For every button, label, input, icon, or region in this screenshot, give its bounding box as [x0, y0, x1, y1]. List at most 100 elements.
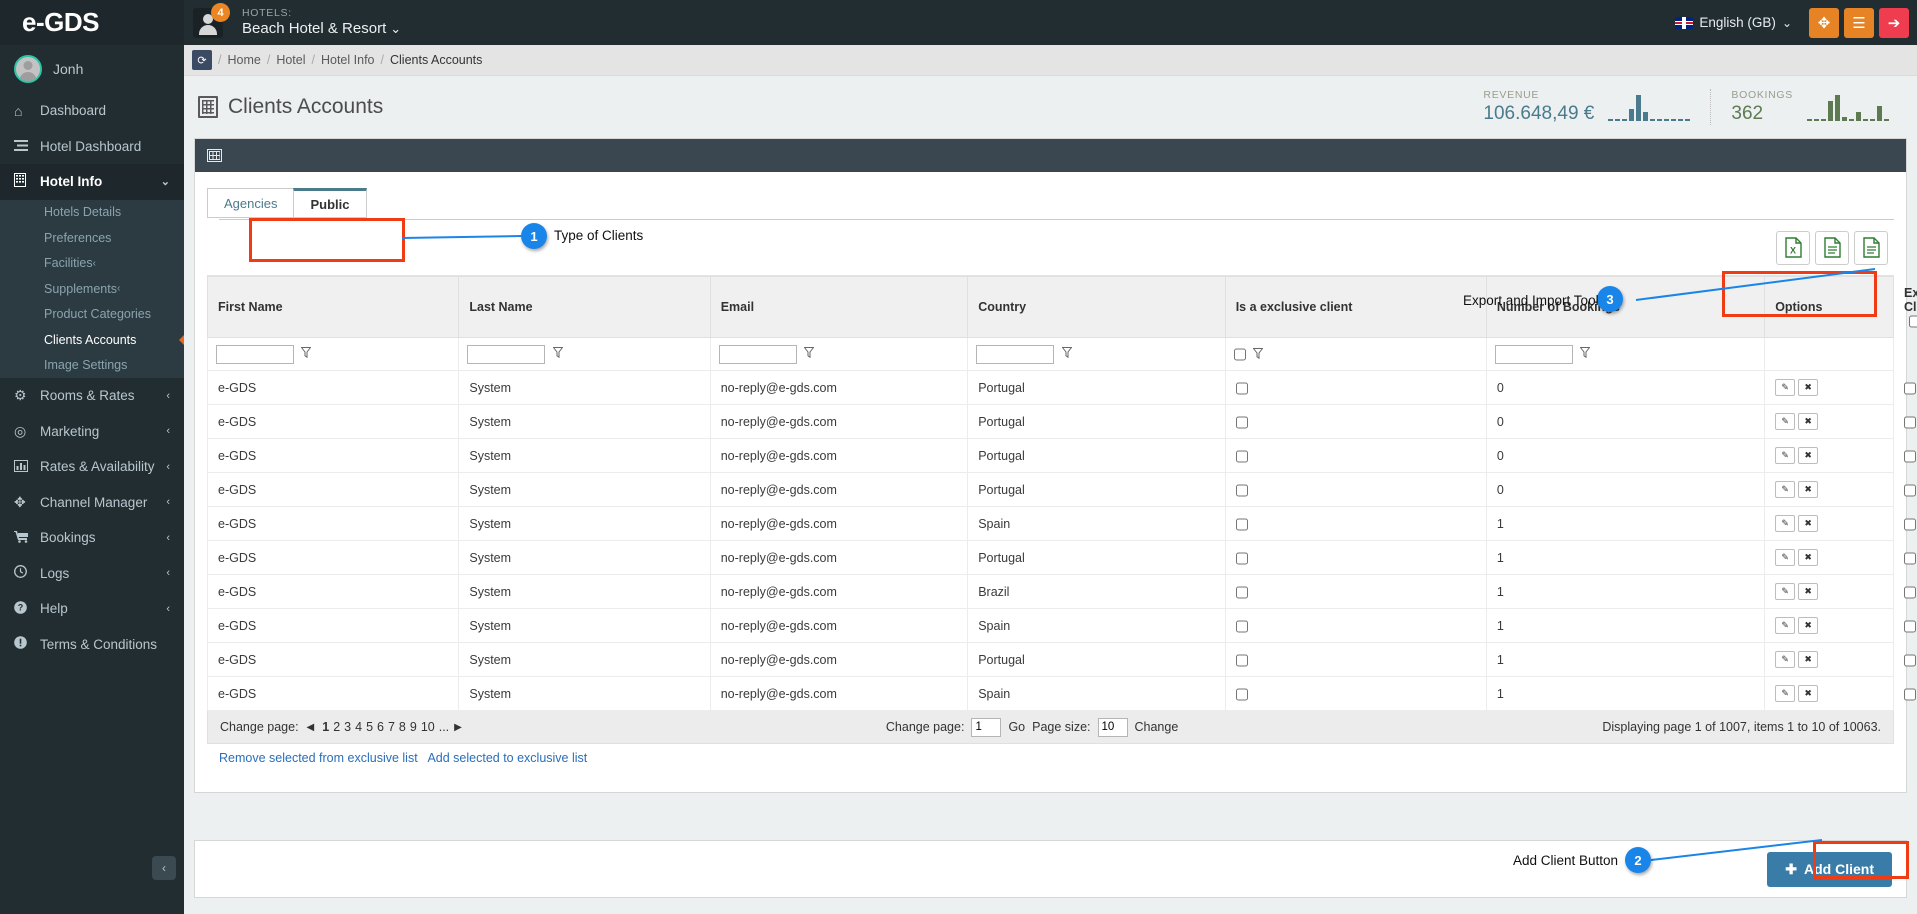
row-exclusive-client-checkbox[interactable]	[1904, 585, 1916, 599]
delete-row-button[interactable]: ✖	[1798, 549, 1819, 567]
sidebar-item-clients-accounts[interactable]: Clients Accounts	[0, 327, 184, 353]
logout-button[interactable]: ➔	[1879, 7, 1909, 38]
row-exclusive-client-checkbox[interactable]	[1904, 653, 1916, 667]
language-selector[interactable]: English (GB) ⌄	[1675, 15, 1792, 30]
hotel-selector[interactable]: HOTELS: Beach Hotel & Resort ⌄	[232, 7, 401, 37]
filter-input-country[interactable]	[976, 344, 1055, 364]
breadcrumb-item-hotel[interactable]: Hotel	[276, 53, 305, 67]
sidebar-item-logs[interactable]: Logs ‹	[0, 556, 184, 592]
export-document-button[interactable]	[1815, 230, 1849, 265]
row-exclusive-client-checkbox[interactable]	[1904, 415, 1916, 429]
edit-row-button[interactable]: ✎	[1775, 481, 1796, 499]
row-exclusive-client-checkbox[interactable]	[1904, 381, 1916, 395]
page-number[interactable]: 4	[355, 720, 362, 734]
column-header-first-name[interactable]: First Name	[206, 275, 460, 339]
table-row[interactable]: e-GDS System no-reply@e-gds.com Portugal 1 ✎ ✖	[206, 642, 1916, 678]
edit-row-button[interactable]: ✎	[1775, 549, 1796, 567]
column-header-email[interactable]: Email	[709, 275, 969, 339]
page-number[interactable]: 7	[388, 720, 395, 734]
notification-badge[interactable]: 4	[211, 3, 230, 22]
change-page-size-button[interactable]: Change	[1135, 720, 1179, 734]
sidebar-item-image-settings[interactable]: Image Settings	[0, 353, 184, 379]
page-number[interactable]: ...	[439, 720, 449, 734]
sidebar-item-supplements[interactable]: Supplements ‹	[0, 276, 184, 302]
page-number[interactable]: 5	[366, 720, 373, 734]
sidebar-item-preferences[interactable]: Preferences	[0, 225, 184, 251]
row-exclusive-client-checkbox[interactable]	[1904, 619, 1916, 633]
table-row[interactable]: e-GDS System no-reply@e-gds.com Portugal 0 ✎ ✖	[206, 404, 1916, 440]
select-all-exclusive-checkbox[interactable]	[1909, 315, 1917, 329]
filter-icon[interactable]	[803, 347, 815, 361]
remove-from-exclusive-link[interactable]: Remove selected from exclusive list	[219, 751, 418, 765]
filter-checkbox-is-exclusive[interactable]	[1233, 348, 1246, 362]
column-header-is-exclusive-client[interactable]: Is a exclusive client	[1224, 275, 1487, 339]
row-is-exclusive-checkbox[interactable]	[1235, 381, 1248, 395]
prev-page-button[interactable]: ◀	[307, 722, 315, 733]
filter-icon[interactable]	[1252, 347, 1264, 362]
edit-row-button[interactable]: ✎	[1775, 583, 1796, 601]
table-row[interactable]: e-GDS System no-reply@e-gds.com Brazil 1 ✎ ✖	[206, 574, 1916, 610]
row-exclusive-client-checkbox[interactable]	[1904, 551, 1916, 565]
filter-input-last-name[interactable]	[467, 344, 546, 364]
page-number[interactable]: 3	[344, 720, 351, 734]
sidebar-item-hotels-details[interactable]: Hotels Details	[0, 200, 184, 226]
sidebar-item-facilities[interactable]: Facilities ‹	[0, 251, 184, 277]
sidebar-item-hotel-dashboard[interactable]: Hotel Dashboard	[0, 129, 184, 165]
add-client-button[interactable]: ✚ Add Client	[1767, 851, 1892, 887]
sidebar-item-terms-conditions[interactable]: Terms & Conditions	[0, 627, 184, 663]
sidebar-item-rooms-rates[interactable]: ⚙ Rooms & Rates ‹	[0, 378, 184, 414]
delete-row-button[interactable]: ✖	[1798, 481, 1819, 499]
tab-public[interactable]: Public	[293, 188, 367, 218]
row-is-exclusive-checkbox[interactable]	[1235, 449, 1248, 463]
delete-row-button[interactable]: ✖	[1798, 447, 1819, 465]
filter-input-first-name[interactable]	[216, 344, 294, 364]
table-row[interactable]: e-GDS System no-reply@e-gds.com Spain 1 ✎ ✖	[206, 506, 1916, 542]
edit-row-button[interactable]: ✎	[1775, 685, 1796, 703]
table-row[interactable]: e-GDS System no-reply@e-gds.com Spain 1 ✎ ✖	[206, 676, 1916, 712]
edit-row-button[interactable]: ✎	[1775, 617, 1796, 635]
add-to-exclusive-link[interactable]: Add selected to exclusive list	[427, 751, 587, 765]
row-exclusive-client-checkbox[interactable]	[1904, 483, 1916, 497]
delete-row-button[interactable]: ✖	[1798, 379, 1819, 397]
row-is-exclusive-checkbox[interactable]	[1235, 619, 1248, 633]
edit-row-button[interactable]: ✎	[1775, 413, 1796, 431]
edit-row-button[interactable]: ✎	[1775, 515, 1796, 533]
sidebar-profile[interactable]: Jonh	[0, 45, 184, 93]
filter-icon[interactable]	[300, 347, 313, 361]
delete-row-button[interactable]: ✖	[1798, 413, 1819, 431]
sidebar-item-hotel-info[interactable]: Hotel Info ⌄	[0, 164, 184, 200]
filter-input-number-of-bookings[interactable]	[1494, 344, 1573, 364]
sidebar-item-rates-availability[interactable]: Rates & Availability ‹	[0, 449, 184, 485]
table-row[interactable]: e-GDS System no-reply@e-gds.com Spain 1 ✎ ✖	[206, 608, 1916, 644]
filter-icon[interactable]	[1579, 347, 1591, 361]
row-exclusive-client-checkbox[interactable]	[1904, 687, 1916, 701]
sidebar-item-marketing[interactable]: ◎ Marketing ‹	[0, 414, 184, 450]
app-logo[interactable]: e-GDS	[0, 0, 184, 45]
page-number[interactable]: 9	[410, 720, 417, 734]
sidebar-collapse-button[interactable]: ‹	[152, 856, 176, 880]
delete-row-button[interactable]: ✖	[1798, 617, 1819, 635]
tab-agencies[interactable]: Agencies	[207, 188, 295, 218]
row-is-exclusive-checkbox[interactable]	[1235, 517, 1248, 531]
export-excel-button[interactable]: X	[1776, 230, 1810, 265]
column-header-last-name[interactable]: Last Name	[458, 275, 711, 339]
page-number[interactable]: 6	[377, 720, 384, 734]
table-row[interactable]: e-GDS System no-reply@e-gds.com Portugal 0 ✎ ✖	[206, 472, 1916, 508]
sidebar-item-product-categories[interactable]: Product Categories	[0, 302, 184, 328]
menu-toggle-button[interactable]: ☰	[1844, 7, 1874, 38]
row-is-exclusive-checkbox[interactable]	[1235, 483, 1248, 497]
filter-input-email[interactable]	[718, 344, 797, 364]
sidebar-item-channel-manager[interactable]: ✥ Channel Manager ‹	[0, 485, 184, 521]
delete-row-button[interactable]: ✖	[1798, 685, 1819, 703]
goto-page-input[interactable]	[971, 717, 1002, 737]
edit-row-button[interactable]: ✎	[1775, 379, 1796, 397]
user-notifications[interactable]: 4	[184, 0, 232, 45]
filter-icon[interactable]	[1061, 347, 1073, 361]
table-row[interactable]: e-GDS System no-reply@e-gds.com Portugal 0 ✎ ✖	[206, 370, 1916, 406]
breadcrumb-item-home[interactable]: Home	[227, 53, 260, 67]
page-number[interactable]: 8	[399, 720, 406, 734]
refresh-button[interactable]: ⟳	[192, 50, 212, 70]
delete-row-button[interactable]: ✖	[1798, 583, 1819, 601]
page-number[interactable]: 2	[333, 720, 340, 734]
delete-row-button[interactable]: ✖	[1798, 515, 1819, 533]
